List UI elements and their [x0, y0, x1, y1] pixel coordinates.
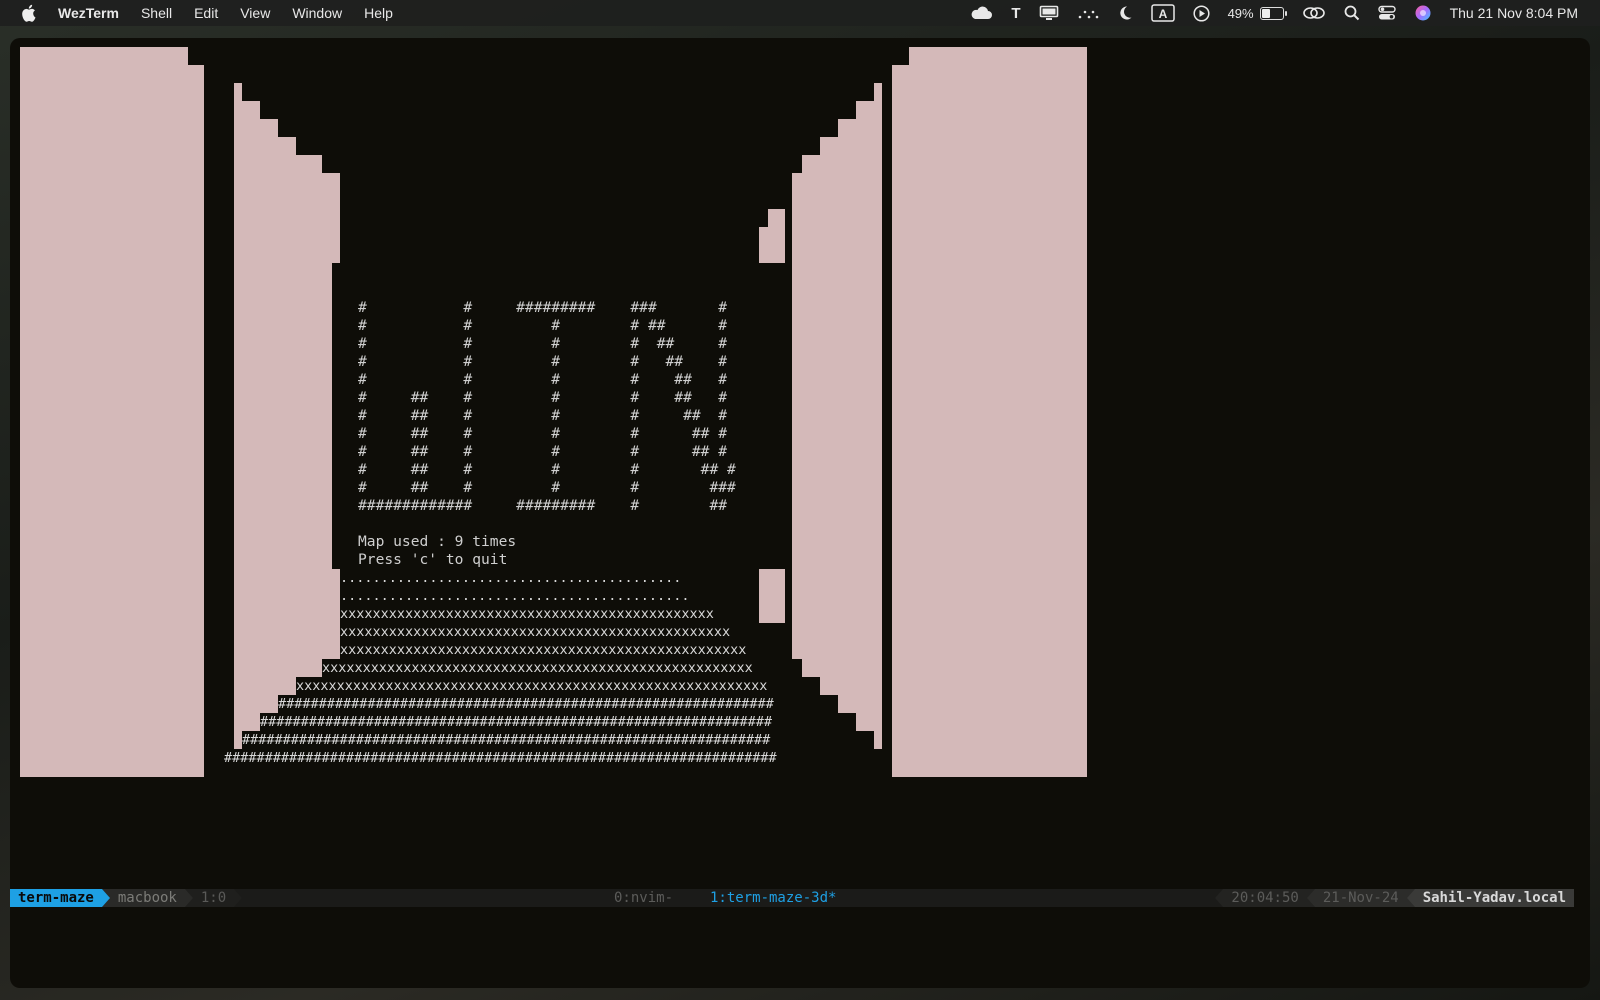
floor-row: xxxxxxxxxxxxxxxxxxxxxxxxxxxxxxxxxxxxxxxx… [322, 660, 753, 676]
maze-wall-far-block [759, 569, 785, 623]
tmux-date: 21-Nov-24 [1314, 889, 1407, 907]
battery-percent: 49% [1227, 5, 1254, 21]
floor-row: xxxxxxxxxxxxxxxxxxxxxxxxxxxxxxxxxxxxxxxx… [340, 642, 747, 658]
floor-row: xxxxxxxxxxxxxxxxxxxxxxxxxxxxxxxxxxxxxxxx… [340, 624, 731, 640]
cloud-icon[interactable] [969, 6, 993, 20]
tmux-time: 20:04:50 [1223, 889, 1307, 907]
maze-wall-notch [759, 209, 768, 227]
floor-row: ########################################… [242, 732, 771, 748]
tmux-window-inactive-label: 0:nvim- [614, 890, 674, 906]
powerline-separator [1215, 889, 1224, 907]
tmux-window-inactive[interactable]: 0:nvim- [614, 889, 673, 907]
floor-row: ........................................… [340, 588, 690, 604]
control-center-icon[interactable] [1377, 5, 1396, 21]
moon-icon[interactable] [1117, 5, 1133, 21]
text-t-icon[interactable]: T [1011, 5, 1020, 22]
powerline-separator [184, 889, 193, 907]
menu-window[interactable]: Window [292, 5, 342, 21]
powerline-separator [1306, 889, 1315, 907]
menu-clock[interactable]: Thu 21 Nov 8:04 PM [1450, 5, 1578, 21]
win-banner: # # ######### ### # # # # # ## # # # # #… [358, 299, 736, 514]
floor-row: ........................................… [340, 570, 682, 586]
terminal-window[interactable]: # # ######### ### # # # # # ## # # # # #… [10, 38, 1590, 988]
tmux-hostname: Sahil-Yadav.local [1414, 889, 1574, 907]
tmux-window-active-label: 1:term-maze-3d* [710, 890, 837, 906]
dots-icon[interactable] [1077, 6, 1099, 20]
tmux-window-active[interactable]: 1:term-maze-3d* [710, 889, 836, 907]
tmux-pane-index: 1:0 [192, 889, 235, 907]
menu-help[interactable]: Help [364, 5, 393, 21]
menu-view[interactable]: View [240, 5, 270, 21]
floor-row: xxxxxxxxxxxxxxxxxxxxxxxxxxxxxxxxxxxxxxxx… [340, 606, 714, 622]
menu-app-name[interactable]: WezTerm [58, 5, 119, 21]
menu-bar: WezTerm Shell Edit View Window Help T A … [0, 0, 1600, 26]
powerline-separator [101, 889, 110, 907]
maze-wall-right-outer [892, 47, 1087, 777]
svg-text:A: A [1158, 7, 1167, 21]
battery-icon[interactable] [1259, 6, 1287, 20]
floor-row: ########################################… [278, 696, 774, 712]
maze-wall-notch [892, 47, 909, 65]
apple-icon[interactable] [22, 4, 38, 22]
menu-shell[interactable]: Shell [141, 5, 172, 21]
powerline-separator [234, 889, 243, 907]
floor-row: ########################################… [224, 750, 777, 766]
tmux-status-bar: term-maze macbook 1:0 0:nvim- 1:term-maz… [10, 889, 1574, 907]
floor-row: xxxxxxxxxxxxxxxxxxxxxxxxxxxxxxxxxxxxxxxx… [296, 678, 768, 694]
search-icon[interactable] [1344, 5, 1360, 21]
siri-icon[interactable] [1414, 4, 1432, 22]
link-icon[interactable] [1302, 5, 1326, 21]
tmux-host: macbook [109, 889, 185, 907]
message-quit-hint: Press 'c' to quit [358, 551, 508, 568]
maze-wall-left-inner [234, 83, 340, 749]
maze-wall-notch [188, 47, 204, 65]
keyboard-a-icon[interactable]: A [1150, 4, 1175, 22]
display-icon[interactable] [1039, 5, 1059, 21]
maze-wall-right-inner [792, 83, 882, 749]
tmux-session-name[interactable]: term-maze [10, 889, 102, 907]
play-icon[interactable] [1193, 4, 1210, 22]
message-map-used: Map used : 9 times [358, 533, 517, 550]
menu-edit[interactable]: Edit [194, 5, 218, 21]
maze-wall-left-outer [20, 47, 204, 777]
floor-row: ########################################… [260, 714, 773, 730]
powerline-separator [1406, 889, 1415, 907]
